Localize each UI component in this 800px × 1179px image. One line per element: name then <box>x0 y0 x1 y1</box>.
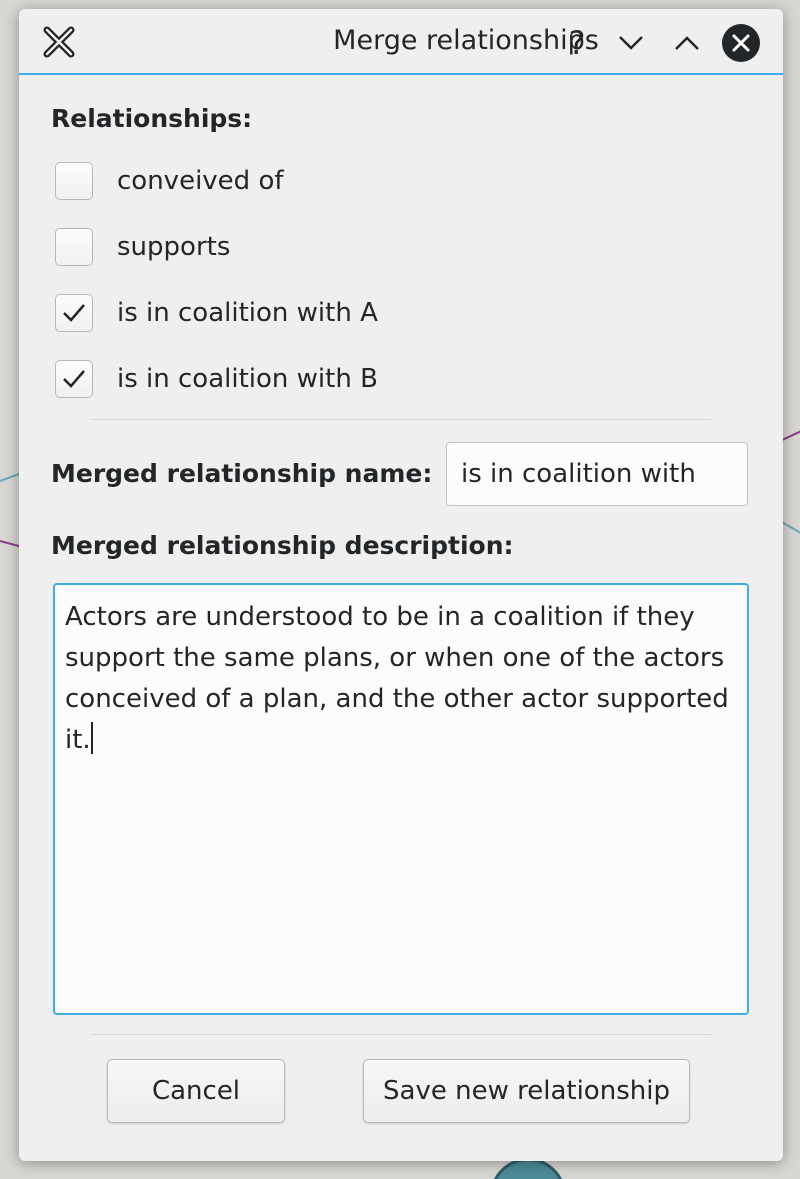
checkbox-row-supports[interactable]: supports <box>55 223 230 271</box>
checkmark-icon <box>63 304 85 322</box>
checkbox-row-coalition-a[interactable]: is in coalition with A <box>55 289 378 337</box>
checkbox-coalition-a[interactable] <box>55 294 93 332</box>
merge-relationships-dialog: Merge relationships ? Relationships: con… <box>19 9 783 1161</box>
text-caret <box>90 722 93 754</box>
checkbox-coalition-b[interactable] <box>55 360 93 398</box>
background-node <box>490 1158 566 1179</box>
title-bar: Merge relationships ? <box>19 9 783 75</box>
merged-description-textarea[interactable]: Actors are understood to be in a coaliti… <box>53 583 749 1015</box>
checkmark-icon <box>63 370 85 388</box>
save-new-relationship-button[interactable]: Save new relationship <box>363 1059 690 1123</box>
separator <box>91 1034 711 1035</box>
help-icon[interactable]: ? <box>557 23 597 63</box>
checkbox-label[interactable]: conveived of <box>117 166 284 196</box>
relationships-heading: Relationships: <box>51 104 253 133</box>
checkbox-label[interactable]: is in coalition with B <box>117 364 378 394</box>
checkbox-label[interactable]: is in coalition with A <box>117 298 378 328</box>
merged-name-input[interactable]: is in coalition with <box>446 442 748 506</box>
cancel-button[interactable]: Cancel <box>107 1059 285 1123</box>
merged-name-label: Merged relationship name: <box>51 459 433 488</box>
checkbox-supports[interactable] <box>55 228 93 266</box>
checkbox-conceived-of[interactable] <box>55 162 93 200</box>
checkbox-label[interactable]: supports <box>117 232 230 262</box>
maximize-icon[interactable] <box>667 23 707 63</box>
checkbox-row-conceived-of[interactable]: conveived of <box>55 157 284 205</box>
separator <box>91 419 711 420</box>
close-icon[interactable] <box>721 23 761 63</box>
checkbox-row-coalition-b[interactable]: is in coalition with B <box>55 355 378 403</box>
minimize-icon[interactable] <box>611 23 651 63</box>
description-text: Actors are understood to be in a coaliti… <box>65 602 738 755</box>
merged-description-label: Merged relationship description: <box>51 531 514 560</box>
